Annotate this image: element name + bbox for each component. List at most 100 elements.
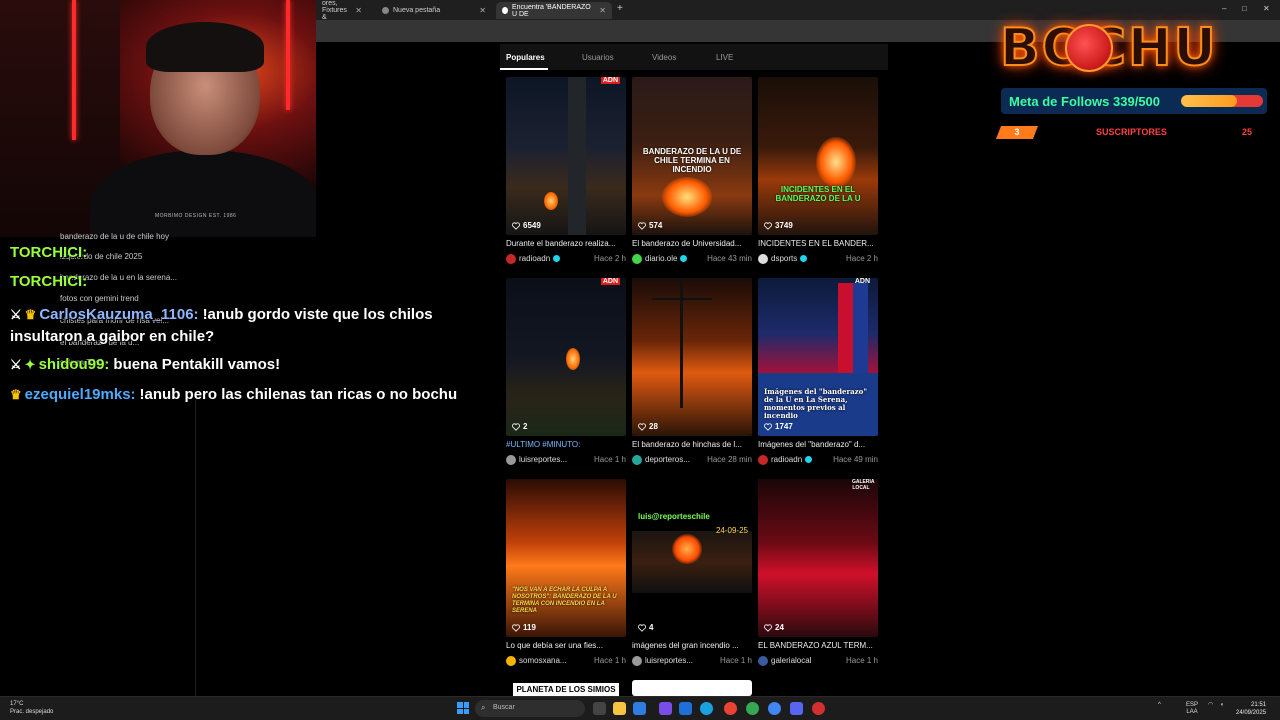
video-thumbnail[interactable]: BANDERAZO DE LA U DE CHILE TERMINA EN IN… xyxy=(632,77,752,235)
avatar[interactable] xyxy=(632,253,642,264)
crown-badge-icon: ♛ xyxy=(10,387,22,402)
outlook-icon[interactable] xyxy=(679,702,692,715)
video-description[interactable]: INCIDENTES EN EL BANDER... xyxy=(758,239,878,250)
video-thumbnail[interactable]: luis@reporteschile 24-09-25 4 xyxy=(632,479,752,637)
video-description[interactable]: Imágenes del "banderazo" d... xyxy=(758,440,878,451)
author-name[interactable]: dsports xyxy=(771,254,797,263)
video-meta: radioadn Hace 49 min xyxy=(758,454,878,465)
store-icon[interactable] xyxy=(633,702,646,715)
close-window-button[interactable]: ✕ xyxy=(1263,4,1270,13)
video-thumbnail[interactable]: 28 xyxy=(632,278,752,436)
heart-icon xyxy=(764,221,772,230)
avatar[interactable] xyxy=(758,655,768,666)
author-name[interactable]: somosxana... xyxy=(519,656,567,665)
edge-icon[interactable] xyxy=(700,702,713,715)
tab-title: ores, Fixtures & xyxy=(322,0,347,21)
tab-tiktok-search[interactable]: Encuentra 'BANDERAZO U DE ✕ xyxy=(496,2,612,19)
video-card[interactable]: luis@reporteschile 24-09-25 4 imágenes d… xyxy=(632,479,752,666)
avatar[interactable] xyxy=(506,253,516,264)
tab-live[interactable]: LIVE xyxy=(710,44,790,70)
video-description[interactable]: El banderazo de Universidad... xyxy=(632,239,752,250)
video-description[interactable]: Lo que debía ser una fies... xyxy=(506,641,626,652)
weather-temp: 17°C xyxy=(10,701,24,707)
system-clock[interactable]: 21:51 24/09/2025 xyxy=(1236,701,1266,717)
minimize-button[interactable]: – xyxy=(1222,4,1226,13)
author-name[interactable]: galerialocal xyxy=(771,656,811,665)
video-thumbnail[interactable]: ADN 6549 xyxy=(506,77,626,235)
video-card[interactable]: Imágenes del "banderazo" de la U en La S… xyxy=(758,278,878,465)
video-description[interactable]: #ULTIMO #MINUTO: xyxy=(506,440,626,451)
video-thumbnail[interactable]: ADN 2 xyxy=(506,278,626,436)
video-thumbnail[interactable]: Imágenes del "banderazo" de la U en La S… xyxy=(758,278,878,436)
volume-icon[interactable]: ◖ xyxy=(1220,702,1224,709)
like-count: 1747 xyxy=(764,422,793,431)
author-name[interactable]: luisreportes... xyxy=(519,455,567,464)
tiktok-icon xyxy=(502,7,508,14)
like-count: 24 xyxy=(764,623,784,632)
video-card[interactable]: GALERÍA LOCAL 24 EL BANDERAZO AZUL TERM.… xyxy=(758,479,878,666)
task-view-icon[interactable] xyxy=(593,702,606,715)
chrome-profile-icon[interactable] xyxy=(746,702,759,715)
tab-populares[interactable]: Populares xyxy=(500,44,548,70)
weather-widget[interactable]: 17°C Prac. despejado xyxy=(10,700,53,716)
avatar[interactable] xyxy=(632,454,642,465)
tab-videos[interactable]: Videos xyxy=(646,44,710,70)
chrome-profile-icon[interactable] xyxy=(768,702,781,715)
chat-username: ezequiel19mks: xyxy=(24,386,136,403)
close-icon[interactable]: ✕ xyxy=(479,6,486,15)
chat-username: TORCHICI: xyxy=(10,244,88,261)
post-time: Hace 49 min xyxy=(833,455,878,464)
video-description[interactable]: El banderazo de hinchas de l... xyxy=(632,440,752,451)
like-count: 119 xyxy=(512,623,536,632)
post-time: Hace 2 h xyxy=(845,254,878,263)
avatar[interactable] xyxy=(506,454,516,465)
tab-nueva-pestana[interactable]: Nueva pestaña ✕ xyxy=(376,2,492,19)
copilot-icon[interactable] xyxy=(659,702,672,715)
avatar[interactable] xyxy=(758,253,768,264)
avatar[interactable] xyxy=(758,454,768,465)
verified-icon xyxy=(805,456,813,463)
taskbar-search[interactable]: ⌕ Buscar xyxy=(475,700,585,717)
video-card[interactable]: 28 El banderazo de hinchas de l... depor… xyxy=(632,278,752,465)
video-card[interactable]: BANDERAZO DE LA U DE CHILE TERMINA EN IN… xyxy=(632,77,752,264)
video-description[interactable]: imágenes del gran incendio ... xyxy=(632,641,752,652)
search-tabs: Populares Usuarios Videos LIVE xyxy=(500,44,888,70)
video-caption-overlay: Imágenes del "banderazo" de la U en La S… xyxy=(764,387,867,421)
video-description[interactable]: EL BANDERAZO AZUL TERM... xyxy=(758,641,878,652)
avatar[interactable] xyxy=(506,655,516,666)
video-thumbnail[interactable]: INCIDENTES EN EL BANDERAZO DE LA U 3749 xyxy=(758,77,878,235)
video-thumbnail[interactable]: GALERÍA LOCAL 24 xyxy=(758,479,878,637)
author-name[interactable]: radioadn xyxy=(771,455,802,464)
video-card[interactable]: "NOS VAN A ECHAR LA CULPA A NOSOTROS": B… xyxy=(506,479,626,666)
author-name[interactable]: diario.ole xyxy=(645,254,677,263)
follow-goal-progress xyxy=(1181,95,1263,107)
video-card[interactable]: ADN 6549 Durante el banderazo realiza...… xyxy=(506,77,626,264)
discord-icon[interactable] xyxy=(790,702,803,715)
video-card[interactable]: ADN 2 #ULTIMO #MINUTO: luisreportes... H… xyxy=(506,278,626,465)
video-card[interactable]: INCIDENTES EN EL BANDERAZO DE LA U 3749 … xyxy=(758,77,878,264)
video-card-peek[interactable]: PLANETA DE LOS SIMIOS xyxy=(513,683,619,697)
wifi-icon[interactable]: ◠ xyxy=(1208,702,1213,709)
author-name[interactable]: luisreportes... xyxy=(645,656,693,665)
chevron-up-icon[interactable]: ^ xyxy=(1158,702,1161,709)
video-card-peek[interactable] xyxy=(632,680,752,696)
chrome-icon[interactable] xyxy=(724,702,737,715)
author-name[interactable]: radioadn xyxy=(519,254,550,263)
follow-goal-label: Meta de Follows 339/500 xyxy=(1009,93,1161,109)
subs-badge: 3 xyxy=(996,126,1038,139)
avatar[interactable] xyxy=(632,655,642,666)
video-thumbnail[interactable]: "NOS VAN A ECHAR LA CULPA A NOSOTROS": B… xyxy=(506,479,626,637)
tab-usuarios[interactable]: Usuarios xyxy=(576,44,646,70)
author-name[interactable]: deporteros... xyxy=(645,455,690,464)
tab-fixtures[interactable]: ores, Fixtures & ✕ xyxy=(316,0,368,21)
new-tab-button[interactable]: + xyxy=(617,3,623,14)
close-icon[interactable]: ✕ xyxy=(355,6,362,15)
windows-start-icon[interactable] xyxy=(457,702,469,714)
file-explorer-icon[interactable] xyxy=(613,702,626,715)
video-description[interactable]: Durante el banderazo realiza... xyxy=(506,239,626,250)
obs-icon[interactable] xyxy=(812,702,825,715)
heart-icon xyxy=(512,623,520,632)
close-icon[interactable]: ✕ xyxy=(599,6,606,15)
language-indicator[interactable]: ESP LAA xyxy=(1186,702,1198,716)
maximize-button[interactable]: □ xyxy=(1242,4,1247,13)
